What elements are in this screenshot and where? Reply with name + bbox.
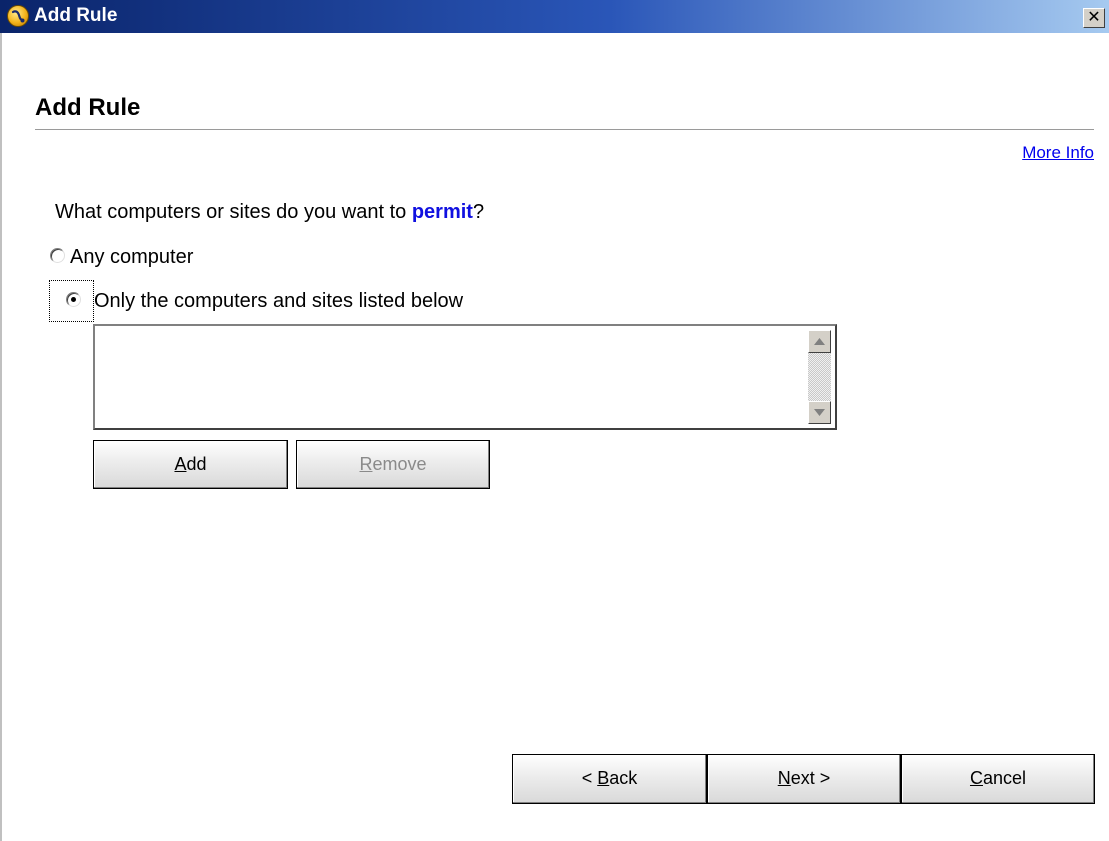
cancel-button-mnemonic: C (969, 768, 983, 788)
question-prefix: What computers or sites do you want to (55, 201, 412, 223)
close-button[interactable]: ✕ (1083, 8, 1105, 28)
add-button-mnemonic: A (174, 454, 187, 474)
back-button-prefix: < (581, 768, 598, 788)
next-button[interactable]: Next > (707, 754, 901, 804)
more-info-link[interactable]: More Info (1022, 143, 1094, 163)
scroll-up-arrow-icon (814, 338, 825, 345)
next-button-mnemonic: N (777, 768, 791, 788)
remove-button[interactable]: Remove (296, 440, 490, 489)
radio-label-listed-computers: Only the computers and sites listed belo… (94, 290, 464, 312)
permit-question: What computers or sites do you want to p… (55, 200, 484, 224)
title-bar: Add Rule ✕ (0, 0, 1109, 33)
back-button-label: ack (609, 768, 638, 788)
remove-button-mnemonic: R (359, 454, 373, 474)
scroll-down-button[interactable] (808, 401, 831, 424)
add-button-label: dd (186, 454, 207, 474)
page-title: Add Rule (35, 94, 141, 121)
question-suffix: ? (472, 201, 485, 223)
header-divider (35, 129, 1094, 130)
back-button-mnemonic: B (597, 768, 610, 788)
close-icon: ✕ (1087, 9, 1101, 26)
radio-option-listed-computers[interactable]: Only the computers and sites listed belo… (50, 288, 590, 314)
window-title: Add Rule (34, 5, 118, 26)
cancel-button-label: ancel (982, 768, 1027, 788)
next-button-label: ext > (790, 768, 831, 788)
cancel-button[interactable]: Cancel (901, 754, 1095, 804)
firewall-shield-icon (7, 5, 29, 27)
site-list-scrollbar[interactable] (808, 330, 831, 424)
radio-button-any-computer[interactable] (50, 248, 65, 263)
radio-label-any-computer: Any computer (70, 246, 194, 268)
radio-option-any-computer[interactable]: Any computer (50, 244, 270, 270)
back-button[interactable]: < Back (512, 754, 707, 804)
radio-selected-dot (71, 297, 76, 302)
remove-button-label: emove (372, 454, 427, 474)
site-list-box[interactable] (93, 324, 837, 430)
window-left-border (0, 33, 2, 841)
add-button[interactable]: Add (93, 440, 288, 489)
radio-button-listed-computers[interactable] (66, 292, 81, 307)
scroll-up-button[interactable] (808, 330, 831, 353)
scroll-down-arrow-icon (814, 409, 825, 416)
question-emphasis: permit (411, 201, 473, 223)
